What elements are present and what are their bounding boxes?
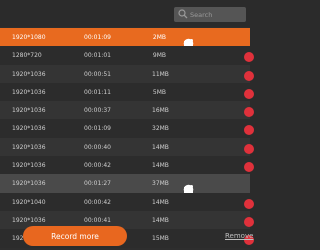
resolution-cell: 1920*1080 [12,34,46,41]
delete-dot-icon[interactable] [244,52,254,63]
resolution-cell: 1920*1036 [12,125,46,133]
recording-row[interactable]: 1920*1036 00:00:40 14MB [0,137,254,157]
resolution-cell: 1920*1040 [12,198,46,206]
duration-cell: 00:00:42 [84,162,111,170]
size-cell: 14MB [152,143,169,151]
recording-row[interactable]: 1920*1036 00:00:37 16MB [0,101,254,120]
search-box[interactable] [174,7,246,22]
size-cell: 16MB [152,107,169,115]
size-cell: 37MB [152,180,169,188]
duration-cell: 00:00:51 [84,70,111,78]
recording-row[interactable]: 1920*1036 00:00:42 14MB [0,156,254,175]
recording-row[interactable]: 1920*1080 00:01:09 2MB [0,28,250,49]
resolution-cell: 1920*1036 [12,88,46,96]
resolution-cell: 1920*1036 [12,107,46,115]
recording-row[interactable]: 1920*1036 00:01:11 5MB [0,82,254,102]
duration-cell: 00:01:09 [84,34,111,41]
recording-row[interactable]: 1920*1036 00:00:51 11MB [0,64,254,83]
resolution-cell: 1920*1036 [12,143,46,151]
recording-row[interactable]: 1280*720 00:01:01 9MB [0,46,254,65]
delete-dot-icon[interactable] [244,162,254,173]
recordings-list: 1920*1080 00:01:09 2MB 1280*720 00:01:01 9MB 1… [0,28,254,248]
duration-cell: 00:01:27 [84,180,111,188]
duration-cell: 00:00:40 [84,143,111,151]
search-icon [178,9,188,19]
delete-dot-icon[interactable] [244,125,254,136]
size-cell: 5MB [152,88,166,96]
delete-dot-icon[interactable] [244,70,254,81]
duration-cell: 00:01:11 [84,88,111,96]
remove-link[interactable]: Remove [225,232,253,240]
resolution-cell: 1920*1036 [12,162,46,170]
recording-row[interactable]: 1920*1036 00:01:27 37MB [0,174,250,195]
delete-dot-icon[interactable] [244,107,254,118]
size-cell: 14MB [152,162,169,170]
record-more-button[interactable]: Record more [23,226,127,246]
duration-cell: 00:00:41 [84,216,111,224]
size-cell: 11MB [152,70,169,78]
duration-cell: 00:00:37 [84,107,111,115]
resolution-cell: 1920*1036 [12,70,46,78]
recording-row[interactable]: 1920*1036 00:01:09 32MB [0,119,254,138]
delete-dot-icon[interactable] [244,88,254,99]
size-cell: 9MB [152,52,166,60]
resolution-cell: 1920*1036 [12,180,46,188]
duration-cell: 00:00:42 [84,198,111,206]
resolution-cell: 1280*720 [12,52,42,60]
resolution-cell: 1920*1036 [12,216,46,224]
recording-row[interactable]: 1920*1040 00:00:42 14MB [0,192,254,211]
delete-dot-icon[interactable] [244,198,254,209]
top-bar [0,0,250,27]
size-cell: 14MB [152,216,169,224]
duration-cell: 00:01:01 [84,52,111,60]
size-cell: 32MB [152,125,169,133]
size-cell: 2MB [152,34,166,41]
size-cell: 14MB [152,198,169,206]
delete-dot-icon[interactable] [244,143,254,154]
delete-dot-icon[interactable] [244,216,254,227]
search-input[interactable] [190,7,244,22]
recordings-panel: 1920*108000:01:092MB1280*72000:01:019MB1… [0,0,254,250]
duration-cell: 00:01:09 [84,125,111,133]
size-cell: 15MB [152,235,169,243]
